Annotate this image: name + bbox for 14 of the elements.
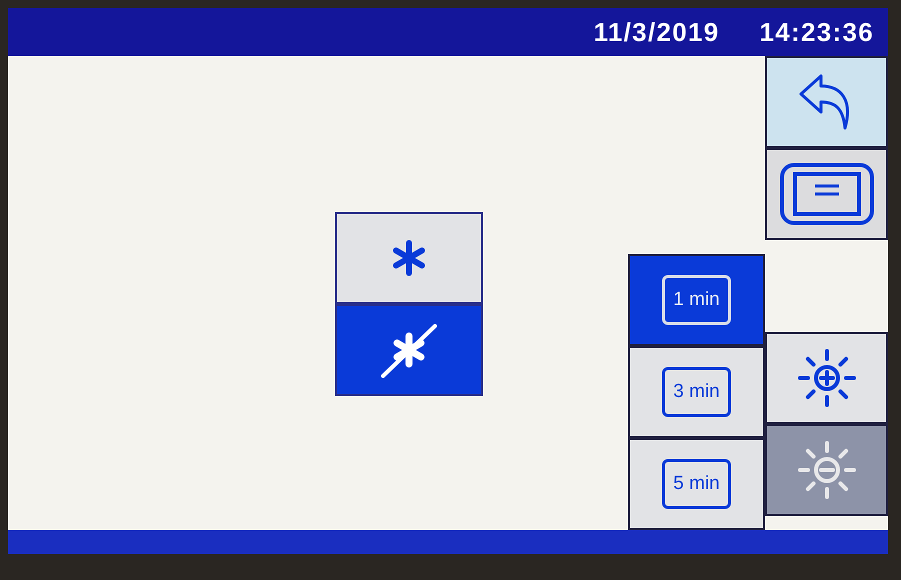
snow-mode-button[interactable] — [335, 212, 483, 304]
brightness-up-button[interactable] — [765, 332, 888, 424]
timer-button[interactable]: 1 min — [628, 254, 765, 346]
timer-label: 5 min — [662, 458, 731, 510]
timer-label: 1 min — [662, 274, 731, 326]
time-text: 14:23:36 — [760, 16, 874, 48]
timer-label: 3 min — [662, 366, 731, 418]
snow-mode-button[interactable] — [335, 304, 483, 396]
screen-button[interactable] — [765, 148, 888, 240]
back-button[interactable] — [765, 56, 888, 148]
display-frame-icon — [778, 162, 874, 226]
timer-button[interactable]: 5 min — [628, 438, 765, 530]
date-text: 11/3/2019 — [594, 16, 720, 48]
timer-button[interactable]: 3 min — [628, 346, 765, 438]
